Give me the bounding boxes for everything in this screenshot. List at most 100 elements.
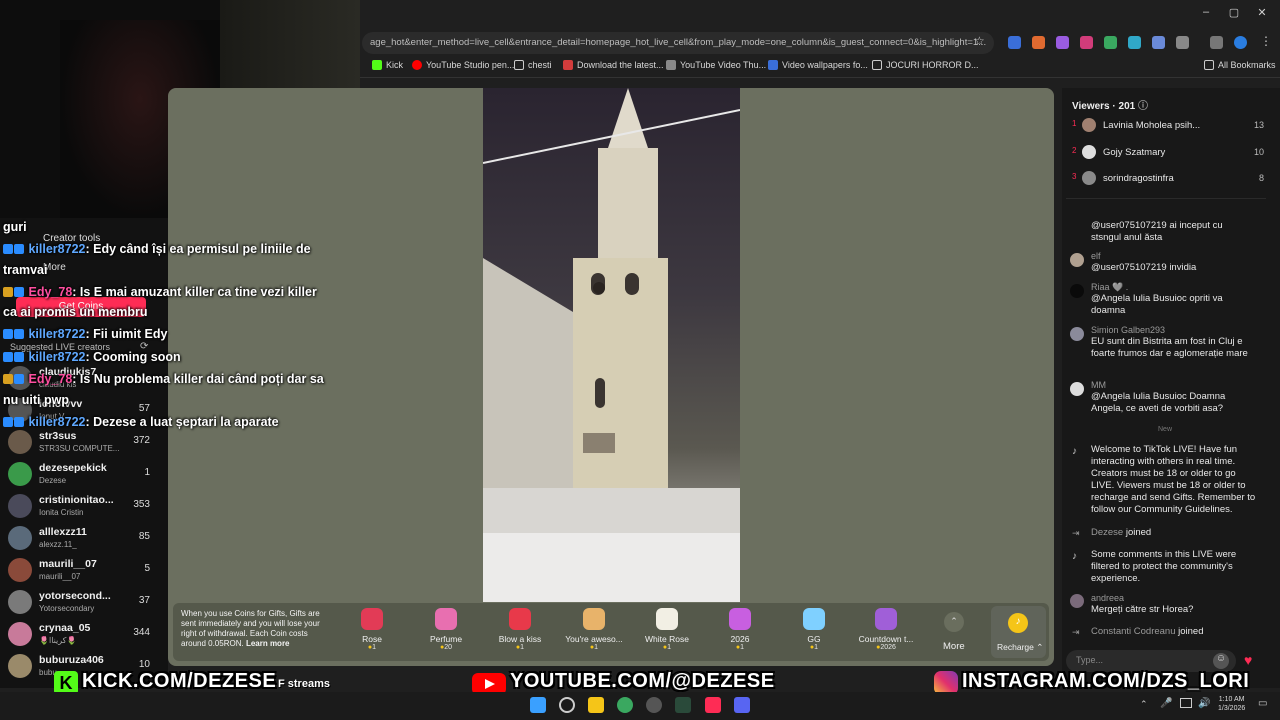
comment-username[interactable]: Riaa 🩶 .	[1091, 282, 1128, 293]
new-divider: New	[1158, 426, 1173, 433]
menu-dots-icon[interactable]: ⋮	[1260, 34, 1272, 48]
bookmark-youtube-thumb[interactable]: YouTube Video Thu...	[666, 60, 766, 70]
chat-username[interactable]: Edy_78	[28, 285, 72, 299]
chat-message: ca ai promis un membru	[3, 305, 148, 319]
more-gifts-button[interactable]: More	[943, 641, 965, 652]
comment-username[interactable]: andreea	[1091, 593, 1124, 603]
creator-row[interactable]: cristinionitao... Ionita Cristin 353	[8, 490, 156, 522]
chat-username[interactable]: killer8722	[28, 327, 85, 341]
creator-row[interactable]: str3sus STR3SU COMPUTE... 372	[8, 426, 156, 458]
join-icon: ⇥	[1072, 528, 1080, 538]
chevron-up-icon[interactable]: ⌃	[944, 612, 964, 632]
chat-username[interactable]: Edy_78	[28, 372, 72, 386]
cathedral-image	[483, 88, 740, 602]
close-icon[interactable]: ✕	[1252, 6, 1272, 22]
discord-icon[interactable]	[734, 697, 750, 713]
viewer-name: sorindragostinfra	[1103, 173, 1174, 184]
bookmark-chesti[interactable]: chesti	[514, 60, 552, 70]
search-icon[interactable]	[559, 697, 575, 713]
chat-message: nu uiti pwp	[3, 393, 69, 407]
comment-text: @user075107219 invidia	[1091, 262, 1197, 273]
extension-icon[interactable]	[1128, 36, 1141, 49]
viewer-count: 57	[138, 403, 150, 414]
avatar	[1070, 253, 1084, 267]
recharge-button[interactable]: ♪ Recharge ⌃	[991, 606, 1046, 658]
vimeo-icon	[768, 60, 778, 70]
gift-item[interactable]: Perfume ●20	[414, 606, 478, 651]
join-username[interactable]: Dezese	[1091, 527, 1123, 538]
file-explorer-icon[interactable]	[588, 697, 604, 713]
terminal-icon[interactable]	[675, 697, 691, 713]
bookmark-jocuri-horror[interactable]: JOCURI HORROR D...	[872, 60, 979, 70]
avatar	[1070, 327, 1084, 341]
bookmark-youtube-studio[interactable]: YouTube Studio pen...	[412, 60, 514, 70]
extension-icon[interactable]	[1008, 36, 1021, 49]
chevron-up-icon[interactable]: ⌃	[1140, 699, 1148, 710]
extension-icon[interactable]	[1080, 36, 1093, 49]
viewer-row[interactable]: 1 Lavinia Moholea psih... 13	[1072, 118, 1272, 132]
chat-username[interactable]: killer8722	[28, 415, 85, 429]
notification-icon[interactable]: ▭	[1258, 698, 1267, 709]
network-icon[interactable]	[1180, 698, 1192, 708]
instagram-banner: INSTAGRAM.COM/DZS_LORI	[962, 670, 1250, 692]
media-icon[interactable]	[1210, 36, 1223, 49]
comment-username[interactable]: MM	[1091, 380, 1106, 390]
gift-item[interactable]: 2026 ●1	[708, 606, 772, 651]
gift-item[interactable]: Countdown t... ●2026	[854, 606, 918, 651]
extension-icon[interactable]	[1104, 36, 1117, 49]
minimize-icon[interactable]: –	[1196, 6, 1216, 22]
creator-row[interactable]: crynaa_05 🌷كريناا🌷 344	[8, 618, 156, 650]
extension-icon[interactable]	[1032, 36, 1045, 49]
maximize-icon[interactable]: ▢	[1224, 6, 1244, 22]
join-username[interactable]: Constanti Codreanu	[1091, 626, 1176, 637]
emoji-icon[interactable]: ☺	[1213, 653, 1229, 669]
viewer-row[interactable]: 3 sorindragostinfra 8	[1072, 171, 1272, 185]
chrome-icon[interactable]	[617, 697, 633, 713]
tiktok-icon[interactable]	[705, 697, 721, 713]
gift-item[interactable]: You're aweso... ●1	[562, 606, 626, 651]
comment-username[interactable]: elf	[1091, 251, 1101, 261]
obs-icon[interactable]	[646, 697, 662, 713]
viewer-rank: 2	[1072, 146, 1077, 155]
bookmark-star-icon[interactable]: ☆	[974, 34, 985, 48]
microphone-icon[interactable]: 🎤	[1160, 698, 1172, 709]
extension-icon[interactable]	[1056, 36, 1069, 49]
bookmark-video-wallpapers[interactable]: Video wallpapers fo...	[768, 60, 868, 70]
all-bookmarks[interactable]: All Bookmarks	[1204, 60, 1276, 70]
learn-more-link[interactable]: Learn more	[246, 639, 290, 648]
avatar	[1082, 145, 1096, 159]
viewer-row[interactable]: 2 Gojy Szatmary 10	[1072, 145, 1272, 159]
profile-avatar-icon[interactable]	[1234, 36, 1247, 49]
gift-item[interactable]: Rose ●1	[340, 606, 404, 651]
creator-row[interactable]: yotorsecond... Yotorsecondary 37	[8, 586, 156, 618]
extension-icon[interactable]	[1152, 36, 1165, 49]
creator-sub: STR3SU COMPUTE...	[39, 444, 120, 453]
creator-row[interactable]: maurili__07 maurili__07 5	[8, 554, 156, 586]
gift-item[interactable]: GG ●1	[782, 606, 846, 651]
viewers-title[interactable]: Viewers · 201 ⓘ	[1072, 97, 1148, 112]
download-icon	[563, 60, 573, 70]
chat-text: : Edy când își ea permisul pe liniile de	[85, 242, 311, 256]
creator-row[interactable]: dezesepekick Dezese 1	[8, 458, 156, 490]
gift-item[interactable]: Blow a kiss ●1	[488, 606, 552, 651]
comment-text: @Angela Iulia Busuioc opriti va doamna	[1091, 293, 1223, 316]
creator-row[interactable]: alllexzz11 alexzz.11_ 85	[8, 522, 156, 554]
comment-username[interactable]: Simion Galben293	[1091, 325, 1165, 335]
volume-icon[interactable]: 🔊	[1198, 698, 1210, 709]
chat-input[interactable]: Type...	[1066, 650, 1236, 672]
puzzle-icon[interactable]	[1176, 36, 1189, 49]
like-heart-icon[interactable]: ♥	[1244, 652, 1252, 668]
bookmark-download[interactable]: Download the latest...	[563, 60, 664, 70]
folder-icon	[872, 60, 882, 70]
creator-sub: Yotorsecondary	[39, 604, 95, 613]
bookmark-kick[interactable]: Kick	[372, 60, 403, 70]
chat-message: tramvai	[3, 263, 48, 277]
chat-username[interactable]: killer8722	[28, 242, 85, 256]
gift-item[interactable]: White Rose ●1	[635, 606, 699, 651]
avatar	[8, 494, 32, 518]
chat-username[interactable]: killer8722	[28, 350, 85, 364]
live-video[interactable]	[483, 88, 740, 602]
windows-start-icon[interactable]	[530, 697, 546, 713]
address-bar[interactable]: age_hot&enter_method=live_cell&entrance_…	[362, 32, 994, 54]
clock[interactable]: 1:10 AM 1/3/2026	[1218, 695, 1245, 713]
